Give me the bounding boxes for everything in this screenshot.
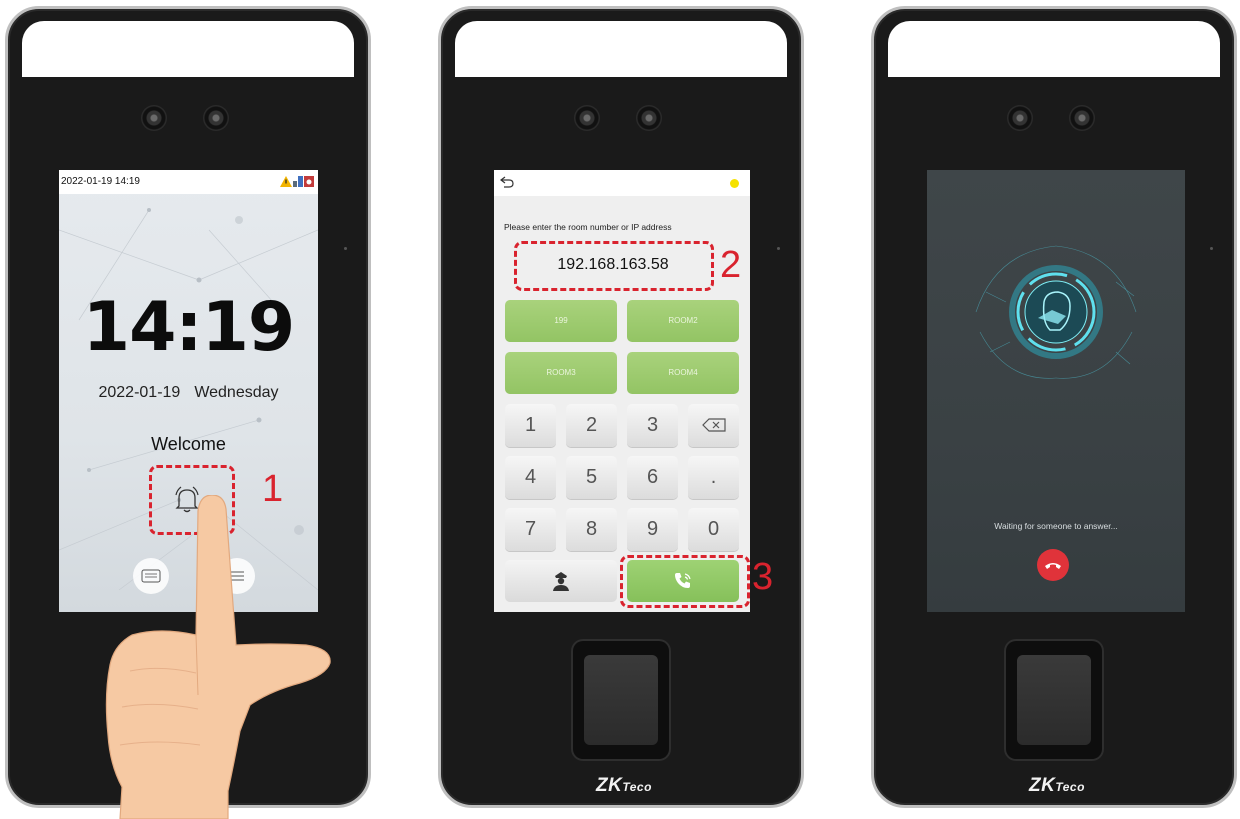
dial-prompt: Please enter the room number or IP addre… <box>504 222 672 232</box>
status-icons <box>280 176 314 187</box>
room-button-room4[interactable]: ROOM4 <box>627 352 739 394</box>
key-3[interactable]: 3 <box>627 404 678 447</box>
key-8[interactable]: 8 <box>566 508 617 551</box>
key-5[interactable]: 5 <box>566 456 617 499</box>
backspace-icon <box>701 418 726 432</box>
pointing-hand-illustration <box>105 495 331 819</box>
fingerprint-glass <box>1017 655 1091 745</box>
weekday-value: Wednesday <box>194 384 279 401</box>
sensor-dot <box>1210 247 1213 250</box>
hang-up-button[interactable] <box>1037 549 1069 581</box>
date-value: 2022-01-19 <box>98 384 181 401</box>
annotation-number-2: 2 <box>720 244 742 286</box>
fingerprint-glass <box>584 655 658 745</box>
camera-lens-left <box>141 105 167 131</box>
annotation-box-call <box>620 555 750 608</box>
camera-lens-right <box>1069 105 1095 131</box>
key-2[interactable]: 2 <box>566 404 617 447</box>
date-line: 2022-01-19 Wednesday <box>59 384 318 402</box>
device-top-bezel <box>455 21 787 77</box>
key-4[interactable]: 4 <box>505 456 556 499</box>
sensor-dot <box>777 247 780 250</box>
camera-lens-left <box>1007 105 1033 131</box>
calling-screen: Waiting for someone to answer... <box>927 170 1185 612</box>
camera-lens-right <box>636 105 662 131</box>
annotation-box-ip <box>514 241 714 291</box>
security-guard-icon <box>553 572 569 591</box>
camera-lens-left <box>574 105 600 131</box>
status-bar: 2022-01-19 14:19 <box>59 170 318 194</box>
fingerprint-sensor <box>573 641 669 759</box>
room-button-room2[interactable]: ROOM2 <box>627 300 739 342</box>
face-scan-icon <box>975 245 1137 379</box>
waiting-status: Waiting for someone to answer... <box>994 521 1118 531</box>
warning-icon <box>280 176 292 187</box>
status-dot <box>730 179 739 188</box>
status-datetime: 2022-01-19 14:19 <box>61 176 140 187</box>
network-icon <box>293 176 303 187</box>
room-button-room3[interactable]: ROOM3 <box>505 352 617 394</box>
brand-logo: ZKTeco <box>1029 775 1085 796</box>
device-top-bezel <box>22 21 354 77</box>
hang-up-icon <box>1045 563 1061 569</box>
clock-time: 14:19 <box>82 288 295 367</box>
intercom-dial-screen: Please enter the room number or IP addre… <box>494 170 750 612</box>
annotation-number-3: 3 <box>752 556 774 598</box>
room-button-199[interactable]: 199 <box>505 300 617 342</box>
welcome-text: Welcome <box>151 434 226 454</box>
alert-icon <box>304 176 314 187</box>
backspace-key[interactable] <box>688 404 739 447</box>
sensor-dot <box>344 247 347 250</box>
call-security-button[interactable] <box>505 560 617 602</box>
key-1[interactable]: 1 <box>505 404 556 447</box>
key-0[interactable]: 0 <box>688 508 739 551</box>
key-9[interactable]: 9 <box>627 508 678 551</box>
back-icon[interactable] <box>500 176 514 188</box>
key-dot[interactable]: . <box>688 456 739 499</box>
key-6[interactable]: 6 <box>627 456 678 499</box>
fingerprint-sensor <box>1006 641 1102 759</box>
camera-lens-right <box>203 105 229 131</box>
dial-top-bar <box>494 170 750 196</box>
device-top-bezel <box>888 21 1220 77</box>
key-7[interactable]: 7 <box>505 508 556 551</box>
brand-logo: ZKTeco <box>596 775 652 796</box>
